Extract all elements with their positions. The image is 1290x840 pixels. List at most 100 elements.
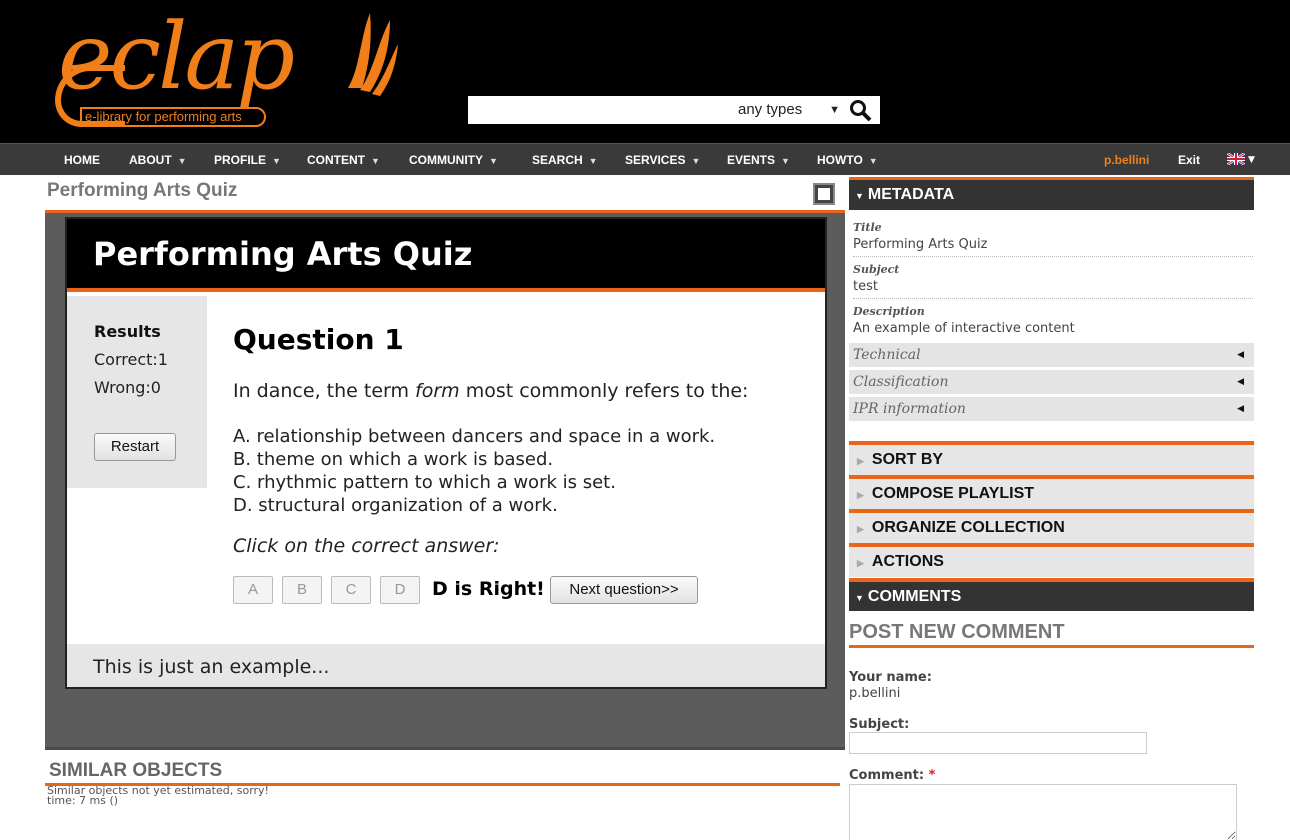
block-label: ORGANIZE COLLECTION bbox=[871, 519, 1065, 536]
caret-right-icon: ▶ bbox=[857, 524, 864, 534]
caret-left-icon: ◀ bbox=[1237, 350, 1244, 360]
collapse-triangle-icon: ▼ bbox=[855, 593, 864, 603]
page-title: Performing Arts Quiz bbox=[47, 180, 238, 201]
results-wrong-count: Wrong:0 bbox=[94, 378, 161, 397]
meta-technical-label: Technical bbox=[853, 347, 921, 363]
answer-options-list: A. relationship between dancers and spac… bbox=[233, 425, 715, 517]
language-chevron-down-icon[interactable]: ▼ bbox=[1248, 144, 1255, 176]
answer-button-d[interactable]: D bbox=[380, 576, 420, 604]
answer-button-b[interactable]: B bbox=[282, 576, 322, 604]
nav-item-content[interactable]: CONTENT ▼ bbox=[307, 144, 380, 176]
similar-objects-title: SIMILAR OBJECTS bbox=[49, 760, 223, 781]
search-input[interactable] bbox=[468, 96, 730, 124]
answer-button-a[interactable]: A bbox=[233, 576, 273, 604]
block-label: ACTIONS bbox=[871, 553, 944, 570]
nav-label: PROFILE bbox=[214, 153, 267, 167]
required-mark: * bbox=[928, 768, 936, 783]
chevron-down-icon: ▼ bbox=[829, 104, 840, 116]
quiz-title: Performing Arts Quiz bbox=[93, 235, 473, 273]
search-bar: any types ▼ bbox=[468, 96, 880, 124]
comment-label-text: Comment: bbox=[849, 768, 925, 783]
your-name-label: Your name: bbox=[849, 670, 932, 685]
nav-item-search[interactable]: SEARCH ▼ bbox=[532, 144, 598, 176]
meta-title-value: Performing Arts Quiz bbox=[853, 237, 988, 252]
answer-button-c[interactable]: C bbox=[331, 576, 371, 604]
results-title: Results bbox=[94, 322, 161, 341]
content-viewer: Performing Arts Quiz Results Correct:1 W… bbox=[45, 213, 845, 750]
nav-item-community[interactable]: COMMUNITY ▼ bbox=[409, 144, 498, 176]
main-navigation: HOME ABOUT ▼ PROFILE ▼ CONTENT ▼ COMMUNITY ▼… bbox=[0, 143, 1290, 175]
caret-left-icon: ◀ bbox=[1237, 404, 1244, 414]
meta-subject-label: Subject bbox=[853, 263, 900, 276]
logout-link[interactable]: Exit bbox=[1178, 144, 1200, 176]
search-icon[interactable] bbox=[848, 98, 874, 122]
comments-title: COMMENTS bbox=[867, 588, 962, 605]
nav-item-profile[interactable]: PROFILE ▼ bbox=[214, 144, 281, 176]
uk-flag-icon[interactable] bbox=[1227, 153, 1245, 165]
chevron-down-icon: ▼ bbox=[588, 156, 598, 166]
logo-tagline: e-library for performing arts bbox=[80, 107, 266, 127]
nav-item-services[interactable]: SERVICES ▼ bbox=[625, 144, 700, 176]
user-profile-link[interactable]: p.bellini bbox=[1104, 144, 1149, 176]
meta-ipr-toggle[interactable]: IPR information ◀ bbox=[849, 397, 1254, 421]
organize-collection-block[interactable]: ▶ ORGANIZE COLLECTION bbox=[849, 509, 1254, 543]
maximize-icon[interactable] bbox=[813, 183, 835, 205]
comments-header[interactable]: ▼ COMMENTS bbox=[849, 578, 1254, 611]
similar-objects-note: Similar objects not yet estimated, sorry… bbox=[47, 785, 269, 806]
meta-technical-toggle[interactable]: Technical ◀ bbox=[849, 343, 1254, 367]
chevron-down-icon: ▼ bbox=[371, 156, 380, 166]
caret-right-icon: ▶ bbox=[857, 456, 864, 466]
answer-option-d: D. structural organization of a work. bbox=[233, 495, 558, 516]
instruction-text: Click on the correct answer: bbox=[233, 535, 500, 557]
chevron-down-icon: ▼ bbox=[691, 156, 701, 166]
subject-field[interactable] bbox=[849, 732, 1147, 754]
answer-option-b: B. theme on which a work is based. bbox=[233, 449, 554, 470]
question-text: In dance, the term form most commonly re… bbox=[233, 380, 748, 402]
sort-by-block[interactable]: ▶ SORT BY bbox=[849, 441, 1254, 475]
nav-label: SERVICES bbox=[625, 153, 686, 167]
results-panel: Results Correct:1 Wrong:0 Restart bbox=[67, 296, 207, 488]
answer-option-c: C. rhythmic pattern to which a work is s… bbox=[233, 472, 616, 493]
meta-classification-toggle[interactable]: Classification ◀ bbox=[849, 370, 1254, 394]
nav-item-home[interactable]: HOME bbox=[64, 144, 100, 176]
content-type-select[interactable]: any types ▼ bbox=[734, 98, 846, 122]
meta-separator bbox=[853, 256, 1253, 257]
comment-field[interactable] bbox=[849, 784, 1237, 840]
question-term: form bbox=[415, 380, 460, 402]
nav-label: EVENTS bbox=[727, 153, 776, 167]
logo-wing-icon bbox=[348, 13, 398, 96]
caret-right-icon: ▶ bbox=[857, 490, 864, 500]
chevron-down-icon: ▼ bbox=[177, 156, 187, 166]
logo-wordmark: eclap bbox=[58, 3, 295, 110]
subject-label: Subject: bbox=[849, 717, 910, 732]
collapse-triangle-icon: ▼ bbox=[855, 191, 864, 201]
quiz-panel: Performing Arts Quiz Results Correct:1 W… bbox=[65, 217, 827, 689]
nav-label: HOME bbox=[64, 153, 100, 167]
caret-left-icon: ◀ bbox=[1237, 377, 1244, 387]
post-comment-divider bbox=[849, 645, 1254, 648]
question-text-end: most commonly refers to the: bbox=[459, 380, 749, 402]
nav-item-howto[interactable]: HOWTO ▼ bbox=[817, 144, 878, 176]
quiz-header: Performing Arts Quiz bbox=[67, 219, 825, 292]
quiz-footer-text: This is just an example... bbox=[93, 656, 330, 678]
results-correct-count: Correct:1 bbox=[94, 350, 168, 369]
quiz-footer: This is just an example... bbox=[67, 644, 825, 687]
caret-right-icon: ▶ bbox=[857, 558, 864, 568]
meta-separator bbox=[853, 298, 1253, 299]
restart-button[interactable]: Restart bbox=[94, 433, 176, 461]
metadata-header[interactable]: ▼ METADATA bbox=[849, 177, 1254, 210]
compose-playlist-block[interactable]: ▶ COMPOSE PLAYLIST bbox=[849, 475, 1254, 509]
nav-label: ABOUT bbox=[129, 153, 172, 167]
meta-description-value: An example of interactive content bbox=[853, 321, 1075, 336]
chevron-down-icon: ▼ bbox=[868, 156, 878, 166]
actions-block[interactable]: ▶ ACTIONS bbox=[849, 543, 1254, 577]
meta-classification-label: Classification bbox=[853, 374, 949, 390]
question-text-start: In dance, the term bbox=[233, 380, 416, 402]
question-title: Question 1 bbox=[233, 323, 404, 356]
nav-label: HOWTO bbox=[817, 153, 863, 167]
nav-label: COMMUNITY bbox=[409, 153, 483, 167]
nav-item-about[interactable]: ABOUT ▼ bbox=[129, 144, 187, 176]
next-question-button[interactable]: Next question>> bbox=[550, 576, 698, 604]
chevron-down-icon: ▼ bbox=[272, 156, 281, 166]
nav-item-events[interactable]: EVENTS ▼ bbox=[727, 144, 790, 176]
